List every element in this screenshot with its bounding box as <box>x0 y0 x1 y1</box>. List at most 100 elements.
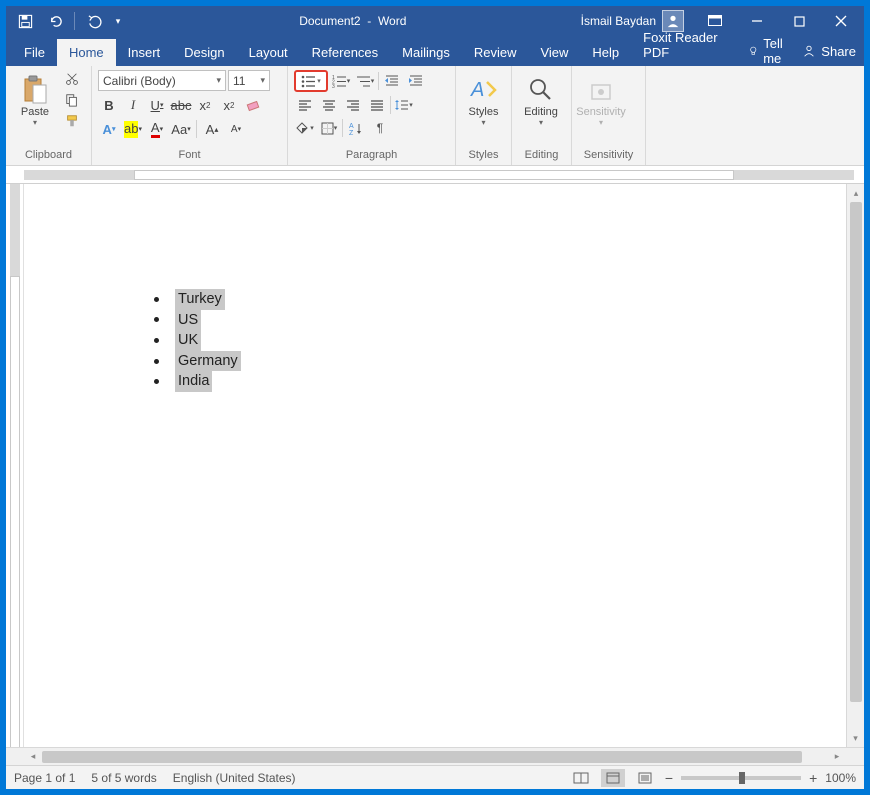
shrink-font-button[interactable]: A▾ <box>225 119 247 139</box>
vertical-scrollbar[interactable]: ▴ ▾ <box>846 184 864 747</box>
highlight-button[interactable]: ab▾ <box>122 119 144 139</box>
print-layout-button[interactable] <box>601 769 625 787</box>
chevron-down-icon: ▾ <box>317 77 321 85</box>
tab-layout[interactable]: Layout <box>237 39 300 66</box>
cut-icon <box>65 72 79 86</box>
group-editing: Editing ▾ Editing <box>512 66 572 165</box>
tab-file[interactable]: File <box>12 39 57 66</box>
language-status[interactable]: English (United States) <box>173 771 296 785</box>
zoom-in-button[interactable]: + <box>809 770 817 786</box>
bullet-icon <box>154 359 159 364</box>
zoom-thumb[interactable] <box>739 772 745 784</box>
save-button[interactable] <box>12 8 38 34</box>
tab-mailings[interactable]: Mailings <box>390 39 462 66</box>
strikethrough-button[interactable]: abc <box>170 95 192 115</box>
justify-button[interactable] <box>366 95 388 115</box>
tab-design[interactable]: Design <box>172 39 236 66</box>
scroll-thumb[interactable] <box>850 202 862 702</box>
cut-button[interactable] <box>62 70 82 88</box>
font-name-select[interactable]: Calibri (Body)▾ <box>98 70 226 91</box>
change-case-button[interactable]: Aa▾ <box>170 119 192 139</box>
align-right-button[interactable] <box>342 95 364 115</box>
scroll-thumb[interactable] <box>42 751 802 763</box>
superscript-button[interactable]: x2 <box>218 95 240 115</box>
grow-font-button[interactable]: A▴ <box>201 119 223 139</box>
clear-formatting-button[interactable] <box>242 95 264 115</box>
share-button[interactable]: Share <box>802 44 856 59</box>
page-scroll-area[interactable]: Turkey US UK Germany India <box>24 184 846 747</box>
bullets-button[interactable]: ▾ <box>294 70 328 92</box>
borders-button[interactable]: ▾ <box>318 118 340 138</box>
read-mode-button[interactable] <box>569 769 593 787</box>
qat-customize-button[interactable]: ▾ <box>111 8 125 34</box>
scroll-left-button[interactable]: ◂ <box>24 748 42 765</box>
scroll-right-button[interactable]: ▸ <box>828 748 846 765</box>
align-center-button[interactable] <box>318 95 340 115</box>
list-item[interactable]: US <box>154 310 241 331</box>
paste-icon <box>19 74 51 106</box>
line-spacing-button[interactable]: ▾ <box>393 95 415 115</box>
editing-button[interactable]: Editing ▾ <box>518 70 564 127</box>
bullets-icon <box>301 75 316 88</box>
redo-button[interactable] <box>81 8 107 34</box>
shading-button[interactable]: ▾ <box>294 118 316 138</box>
chevron-down-icon: ▾ <box>539 118 543 127</box>
chevron-down-icon: ▾ <box>481 118 485 127</box>
numbering-button[interactable]: 123▾ <box>330 71 352 91</box>
italic-button[interactable]: I <box>122 95 144 115</box>
shading-icon <box>296 122 310 135</box>
web-layout-icon <box>638 772 652 784</box>
zoom-out-button[interactable]: − <box>665 770 673 786</box>
underline-button[interactable]: U▾ <box>146 95 168 115</box>
list-item[interactable]: Turkey <box>154 289 241 310</box>
copy-button[interactable] <box>62 91 82 109</box>
list-item[interactable]: UK <box>154 330 241 351</box>
horizontal-scrollbar[interactable]: ◂ ▸ <box>6 747 864 765</box>
justify-icon <box>370 99 384 111</box>
scroll-up-button[interactable]: ▴ <box>847 184 864 202</box>
quick-access-toolbar: ▾ <box>6 8 125 34</box>
scroll-down-button[interactable]: ▾ <box>847 729 864 747</box>
group-clipboard: Paste ▾ Clipboard <box>6 66 92 165</box>
sort-button[interactable]: AZ <box>345 118 367 138</box>
bold-button[interactable]: B <box>98 95 120 115</box>
styles-icon: A <box>468 74 500 106</box>
tab-home[interactable]: Home <box>57 39 116 66</box>
multilevel-list-button[interactable]: ▾ <box>354 71 376 91</box>
zoom-level[interactable]: 100% <box>825 771 856 785</box>
bullet-icon <box>154 317 159 322</box>
show-hide-button[interactable]: ¶ <box>369 118 391 138</box>
web-layout-button[interactable] <box>633 769 657 787</box>
chevron-down-icon: ▾ <box>260 75 265 86</box>
increase-indent-button[interactable] <box>405 71 427 91</box>
undo-button[interactable] <box>42 8 68 34</box>
tab-review[interactable]: Review <box>462 39 529 66</box>
paste-button[interactable]: Paste ▾ <box>12 70 58 127</box>
close-button[interactable] <box>822 6 860 36</box>
decrease-indent-button[interactable] <box>381 71 403 91</box>
tab-references[interactable]: References <box>300 39 390 66</box>
page-count[interactable]: Page 1 of 1 <box>14 771 75 785</box>
zoom-slider[interactable] <box>681 776 801 780</box>
font-size-select[interactable]: 11▾ <box>228 70 270 91</box>
svg-text:A: A <box>349 123 354 130</box>
format-painter-button[interactable] <box>62 112 82 130</box>
tab-foxit[interactable]: Foxit Reader PDF <box>631 24 747 66</box>
word-count[interactable]: 5 of 5 words <box>91 771 156 785</box>
tab-view[interactable]: View <box>528 39 580 66</box>
text-effects-button[interactable]: A▾ <box>98 119 120 139</box>
horizontal-ruler[interactable] <box>6 166 864 184</box>
tab-help[interactable]: Help <box>580 39 631 66</box>
align-left-button[interactable] <box>294 95 316 115</box>
align-right-icon <box>346 99 360 111</box>
app-name: Word <box>378 14 406 28</box>
styles-button[interactable]: A Styles ▾ <box>462 70 505 127</box>
tell-me-search[interactable]: Tell me <box>748 36 795 66</box>
maximize-button[interactable] <box>780 6 818 36</box>
list-item[interactable]: Germany <box>154 351 241 372</box>
tab-insert[interactable]: Insert <box>116 39 173 66</box>
font-color-button[interactable]: A▾ <box>146 119 168 139</box>
subscript-button[interactable]: x2 <box>194 95 216 115</box>
vertical-ruler[interactable] <box>6 184 24 747</box>
list-item[interactable]: India <box>154 371 241 392</box>
